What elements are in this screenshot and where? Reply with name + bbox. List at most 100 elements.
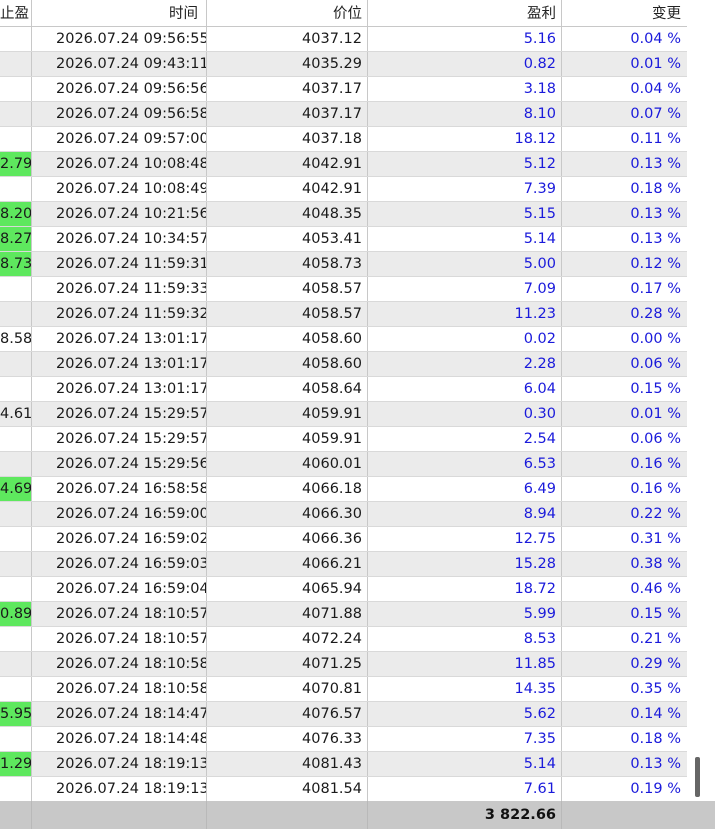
price-cell: 4081.54 — [206, 777, 367, 801]
table-row[interactable]: 2026.07.24 18:19:13 4081.54 7.61 0.19 % — [0, 777, 687, 802]
profit-cell: 2.28 — [367, 352, 561, 376]
take-profit-cell — [0, 102, 31, 126]
column-header-price[interactable]: 价位 — [206, 0, 367, 26]
take-profit-cell — [0, 302, 31, 326]
time-cell: 2026.07.24 18:19:13 — [31, 752, 206, 776]
take-profit-cell — [0, 177, 31, 201]
time-cell: 2026.07.24 16:59:04 — [31, 577, 206, 601]
table-header: 止盈 时间 价位 盈利 变更 — [0, 0, 687, 27]
time-cell: 2026.07.24 18:14:47 — [31, 702, 206, 726]
total-bar: 3 822.66 — [0, 801, 715, 829]
table-row[interactable]: 2026.07.24 15:29:57 4059.91 2.54 0.06 % — [0, 427, 687, 452]
change-cell: 0.00 % — [561, 327, 687, 351]
profit-cell: 5.00 — [367, 252, 561, 276]
change-cell: 0.28 % — [561, 302, 687, 326]
price-cell: 4037.12 — [206, 27, 367, 51]
change-cell: 0.46 % — [561, 577, 687, 601]
table-row[interactable]: 2026.07.24 16:59:00 4066.30 8.94 0.22 % — [0, 502, 687, 527]
table-row[interactable]: 2026.07.24 18:10:58 4071.25 11.85 0.29 % — [0, 652, 687, 677]
price-cell: 4066.30 — [206, 502, 367, 526]
change-cell: 0.07 % — [561, 102, 687, 126]
price-cell: 4060.01 — [206, 452, 367, 476]
profit-cell: 6.04 — [367, 377, 561, 401]
change-cell: 0.16 % — [561, 477, 687, 501]
profit-cell: 0.82 — [367, 52, 561, 76]
change-cell: 0.29 % — [561, 652, 687, 676]
table-row[interactable]: 2026.07.24 18:10:58 4070.81 14.35 0.35 % — [0, 677, 687, 702]
vertical-scrollbar[interactable] — [687, 0, 715, 801]
table-row[interactable]: 2026.07.24 13:01:17 4058.64 6.04 0.15 % — [0, 377, 687, 402]
price-cell: 4037.18 — [206, 127, 367, 151]
take-profit-cell — [0, 27, 31, 51]
table-row[interactable]: 2026.07.24 09:43:11 4035.29 0.82 0.01 % — [0, 52, 687, 77]
table-row[interactable]: 0.89 2026.07.24 18:10:57 4071.88 5.99 0.15 % — [0, 602, 687, 627]
table-row[interactable]: 2026.07.24 16:59:02 4066.36 12.75 0.31 % — [0, 527, 687, 552]
table-row[interactable]: 2026.07.24 18:14:48 4076.33 7.35 0.18 % — [0, 727, 687, 752]
change-cell: 0.06 % — [561, 427, 687, 451]
table-row[interactable]: 2026.07.24 16:59:04 4065.94 18.72 0.46 % — [0, 577, 687, 602]
table-row[interactable]: 2026.07.24 10:08:49 4042.91 7.39 0.18 % — [0, 177, 687, 202]
table-row[interactable]: 2026.07.24 09:56:58 4037.17 8.10 0.07 % — [0, 102, 687, 127]
table-row[interactable]: 2026.07.24 16:59:03 4066.21 15.28 0.38 % — [0, 552, 687, 577]
price-cell: 4035.29 — [206, 52, 367, 76]
time-cell: 2026.07.24 18:10:58 — [31, 677, 206, 701]
table-row[interactable]: 8.27 2026.07.24 10:34:57 4053.41 5.14 0.13 % — [0, 227, 687, 252]
price-cell: 4066.36 — [206, 527, 367, 551]
table-row[interactable]: 2.79 2026.07.24 10:08:48 4042.91 5.12 0.13 % — [0, 152, 687, 177]
table-row[interactable]: 8.73 2026.07.24 11:59:31 4058.73 5.00 0.12 % — [0, 252, 687, 277]
profit-cell: 0.30 — [367, 402, 561, 426]
take-profit-cell — [0, 427, 31, 451]
take-profit-cell: 4.69 — [0, 477, 31, 501]
table-row[interactable]: 8.20 2026.07.24 10:21:56 4048.35 5.15 0.13 % — [0, 202, 687, 227]
take-profit-cell — [0, 127, 31, 151]
profit-cell: 8.10 — [367, 102, 561, 126]
take-profit-cell — [0, 552, 31, 576]
price-cell: 4042.91 — [206, 177, 367, 201]
change-cell: 0.13 % — [561, 752, 687, 776]
price-cell: 4059.91 — [206, 427, 367, 451]
profit-cell: 5.14 — [367, 227, 561, 251]
time-cell: 2026.07.24 09:56:56 — [31, 77, 206, 101]
table-row[interactable]: 2026.07.24 11:59:33 4058.57 7.09 0.17 % — [0, 277, 687, 302]
take-profit-cell: 5.95 — [0, 702, 31, 726]
table-row[interactable]: 4.61 2026.07.24 15:29:57 4059.91 0.30 0.01 % — [0, 402, 687, 427]
time-cell: 2026.07.24 15:29:57 — [31, 402, 206, 426]
column-header-take-profit[interactable]: 止盈 — [0, 0, 31, 26]
price-cell: 4066.21 — [206, 552, 367, 576]
change-cell: 0.22 % — [561, 502, 687, 526]
table-row[interactable]: 8.58 2026.07.24 13:01:17 4058.60 0.02 0.00 % — [0, 327, 687, 352]
take-profit-cell — [0, 502, 31, 526]
table-row[interactable]: 2026.07.24 09:56:56 4037.17 3.18 0.04 % — [0, 77, 687, 102]
table-row[interactable]: 4.69 2026.07.24 16:58:58 4066.18 6.49 0.16 % — [0, 477, 687, 502]
table-row[interactable]: 2026.07.24 09:56:55 4037.12 5.16 0.04 % — [0, 27, 687, 52]
change-cell: 0.31 % — [561, 527, 687, 551]
time-cell: 2026.07.24 10:08:49 — [31, 177, 206, 201]
column-header-profit[interactable]: 盈利 — [367, 0, 561, 26]
change-cell: 0.21 % — [561, 627, 687, 651]
table-row[interactable]: 2026.07.24 13:01:17 4058.60 2.28 0.06 % — [0, 352, 687, 377]
take-profit-cell — [0, 352, 31, 376]
take-profit-cell: 4.61 — [0, 406, 31, 422]
time-cell: 2026.07.24 18:14:48 — [31, 727, 206, 751]
profit-cell: 6.49 — [367, 477, 561, 501]
column-header-change[interactable]: 变更 — [561, 0, 687, 26]
profit-cell: 0.02 — [367, 327, 561, 351]
price-cell: 4081.43 — [206, 752, 367, 776]
table-row[interactable]: 2026.07.24 15:29:56 4060.01 6.53 0.16 % — [0, 452, 687, 477]
table-row[interactable]: 2026.07.24 11:59:32 4058.57 11.23 0.28 % — [0, 302, 687, 327]
total-time-cell — [31, 801, 206, 829]
profit-cell: 8.53 — [367, 627, 561, 651]
table-row[interactable]: 2026.07.24 09:57:00 4037.18 18.12 0.11 % — [0, 127, 687, 152]
take-profit-cell — [0, 627, 31, 651]
table-row[interactable]: 5.95 2026.07.24 18:14:47 4076.57 5.62 0.14 % — [0, 702, 687, 727]
column-header-time[interactable]: 时间 — [31, 0, 206, 26]
table-row[interactable]: 1.29 2026.07.24 18:19:13 4081.43 5.14 0.13 % — [0, 752, 687, 777]
profit-cell: 7.61 — [367, 777, 561, 801]
take-profit-cell: 8.58 — [0, 331, 31, 347]
price-cell: 4076.57 — [206, 702, 367, 726]
table-row[interactable]: 2026.07.24 18:10:57 4072.24 8.53 0.21 % — [0, 627, 687, 652]
price-cell: 4058.73 — [206, 252, 367, 276]
scrollbar-thumb[interactable] — [695, 757, 700, 797]
time-cell: 2026.07.24 10:34:57 — [31, 227, 206, 251]
profit-cell: 11.85 — [367, 652, 561, 676]
